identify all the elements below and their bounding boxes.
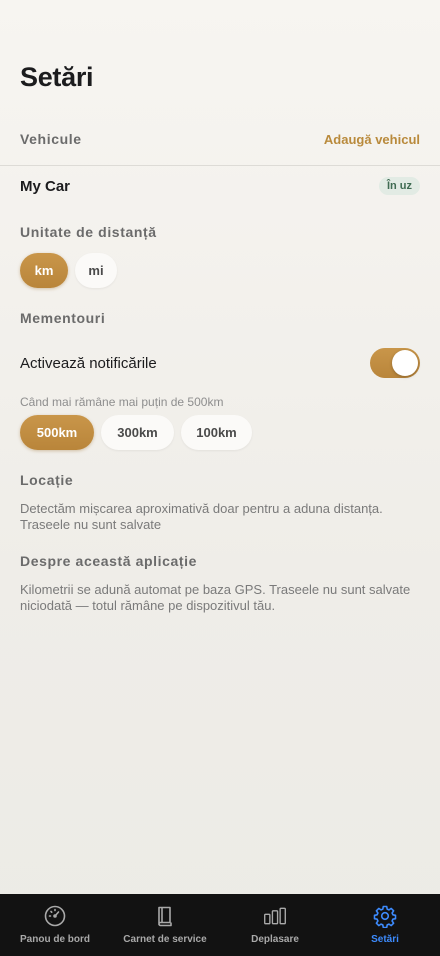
notifications-label: Activează notificările	[20, 354, 157, 372]
tab-bar: Panou de bord Carnet de service Deplasar…	[0, 894, 440, 956]
add-vehicle-button[interactable]: Adaugă vehicul	[324, 132, 420, 147]
location-description: Detectăm mișcarea aproximativă doar pent…	[20, 501, 383, 532]
tab-dashboard[interactable]: Panou de bord	[0, 894, 110, 956]
tab-trips[interactable]: Deplasare	[220, 894, 330, 956]
page-title: Setări	[20, 62, 94, 92]
tab-service-log-label: Carnet de service	[123, 934, 207, 945]
notifications-toggle[interactable]	[370, 348, 420, 378]
unit-km-button[interactable]: km	[20, 253, 68, 288]
about-description: Kilometrii se adună automat pe baza GPS.…	[20, 582, 411, 613]
bar-chart-icon	[264, 907, 286, 925]
book-icon	[158, 906, 172, 927]
about-header: Despre această aplicație	[20, 553, 420, 569]
notifications-row: Activează notificările	[20, 348, 420, 378]
threshold-500km-button[interactable]: 500km	[20, 415, 94, 450]
unit-mi-button[interactable]: mi	[75, 253, 117, 288]
divider	[0, 165, 440, 166]
tab-settings-label: Setări	[371, 934, 399, 945]
location-header: Locație	[20, 472, 420, 488]
vehicles-section-label: Vehicule	[20, 131, 82, 147]
about-section-label: Despre această aplicație	[20, 553, 198, 569]
location-section-label: Locație	[20, 472, 74, 488]
status-badge: În uz	[378, 177, 420, 195]
threshold-selector: 500km 300km 100km	[20, 415, 252, 450]
toggle-knob	[392, 350, 418, 376]
reminders-section-label: Mementouri	[20, 310, 106, 326]
vehicle-name: My Car	[20, 177, 71, 195]
gear-icon	[373, 905, 397, 928]
tab-dashboard-label: Panou de bord	[20, 934, 90, 945]
vehicles-header: Vehicule Adaugă vehicul	[20, 131, 420, 147]
distance-unit-section-label: Unitate de distanță	[20, 224, 157, 240]
tab-trips-label: Deplasare	[251, 934, 299, 945]
reminders-header: Mementouri	[20, 310, 420, 326]
threshold-hint: Când mai rămâne mai puțin de 500km	[20, 395, 224, 409]
tab-settings[interactable]: Setări	[330, 894, 440, 956]
tab-service-log[interactable]: Carnet de service	[110, 894, 220, 956]
gauge-icon	[44, 905, 66, 927]
distance-unit-header: Unitate de distanță	[20, 224, 420, 240]
threshold-300km-button[interactable]: 300km	[101, 415, 174, 450]
threshold-100km-button[interactable]: 100km	[181, 415, 252, 450]
vehicle-row-my-car[interactable]: My Car În uz	[20, 177, 420, 195]
distance-unit-selector: km mi	[20, 253, 117, 288]
